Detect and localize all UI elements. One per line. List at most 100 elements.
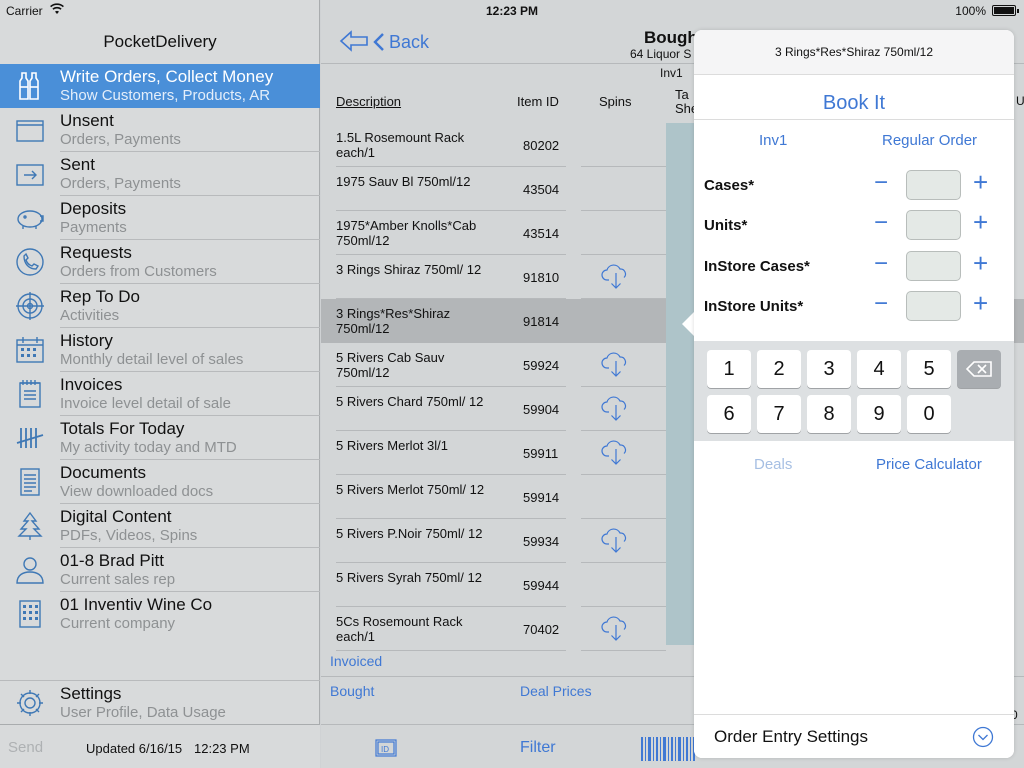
increment-button[interactable]: + xyxy=(973,288,988,319)
chevron-left-icon[interactable] xyxy=(373,32,385,52)
sidebar-item-documents[interactable]: Documents View downloaded docs xyxy=(0,460,320,504)
sidebar-item-title: Documents xyxy=(60,463,146,482)
inventory-button[interactable]: Inv1 xyxy=(759,132,787,149)
sidebar-item-company[interactable]: 01 Inventiv Wine Co Current company xyxy=(0,592,320,636)
sidebar-item-sent[interactable]: Sent Orders, Payments xyxy=(0,152,320,196)
column-header-description[interactable]: Description xyxy=(336,94,401,109)
cases-field[interactable] xyxy=(906,170,961,200)
key-0[interactable]: 0 xyxy=(907,395,951,433)
product-description: 5 Rivers Merlot 3l/1 xyxy=(336,438,448,453)
sidebar-item-write-orders[interactable]: Write Orders, Collect Money Show Custome… xyxy=(0,64,320,108)
column-header-item-id[interactable]: Item ID xyxy=(517,94,559,109)
send-button[interactable]: Send xyxy=(8,739,43,756)
sidebar-item-title: Rep To Do xyxy=(60,287,141,306)
sidebar-item-subtitle: Current company xyxy=(60,615,176,632)
book-it-button[interactable]: Book It xyxy=(694,92,1014,115)
sidebar-item-subtitle: Invoice level detail of sale xyxy=(60,395,231,412)
sidebar-item-sales-rep[interactable]: 01-8 Brad Pitt Current sales rep xyxy=(0,548,320,592)
instore-cases-row: InStore Cases* − + xyxy=(694,248,1014,284)
back-arrow-icon[interactable] xyxy=(339,30,369,52)
target-icon xyxy=(14,291,46,321)
invoiced-link[interactable]: Invoiced xyxy=(330,653,382,669)
sidebar-item-subtitle: Orders, Payments xyxy=(60,175,181,192)
id-card-icon[interactable]: ID xyxy=(375,739,397,757)
document-icon xyxy=(14,467,46,497)
increment-button[interactable]: + xyxy=(973,167,988,198)
sidebar-item-subtitle: View downloaded docs xyxy=(60,483,214,500)
key-1[interactable]: 1 xyxy=(707,350,751,388)
product-description: 5 Rivers Syrah 750ml/ 12 xyxy=(336,570,482,585)
price-calculator-button[interactable]: Price Calculator xyxy=(876,456,982,473)
key-6[interactable]: 6 xyxy=(707,395,751,433)
filter-button[interactable]: Filter xyxy=(520,739,556,757)
increment-button[interactable]: + xyxy=(973,207,988,238)
product-description: 1975 Sauv Bl 750ml/12 xyxy=(336,174,471,189)
sidebar-item-totals[interactable]: Totals For Today My activity today and M… xyxy=(0,416,320,460)
key-9[interactable]: 9 xyxy=(857,395,901,433)
instore-units-field[interactable] xyxy=(906,291,961,321)
field-label: Cases* xyxy=(704,177,755,194)
product-description: 1975*Amber Knolls*Cab 750ml/12 xyxy=(336,218,477,248)
field-label: InStore Cases* xyxy=(704,258,810,275)
product-item-id: 59904 xyxy=(523,402,560,417)
key-5[interactable]: 5 xyxy=(907,350,951,388)
barcode-icon[interactable] xyxy=(641,737,695,761)
chevron-down-icon[interactable] xyxy=(972,726,994,748)
key-7[interactable]: 7 xyxy=(757,395,801,433)
cloud-download-icon[interactable] xyxy=(601,396,631,422)
decrement-button[interactable]: − xyxy=(874,250,888,278)
product-description: 5Cs Rosemount Rack each/1 xyxy=(336,614,463,644)
sidebar-item-subtitle: User Profile, Data Usage xyxy=(60,704,226,721)
bought-link[interactable]: Bought xyxy=(330,683,374,699)
backspace-key[interactable] xyxy=(957,350,1001,388)
notepad-icon xyxy=(14,379,46,409)
order-entry-settings[interactable]: Order Entry Settings xyxy=(694,714,1014,758)
decrement-button[interactable]: − xyxy=(874,290,888,318)
sidebar-item-subtitle: Show Customers, Products, AR xyxy=(60,87,271,104)
sidebar-item-title: Invoices xyxy=(60,375,123,394)
cloud-download-icon[interactable] xyxy=(601,264,631,290)
tree-icon xyxy=(14,511,46,541)
backspace-icon xyxy=(965,361,992,377)
popover-header: 3 Rings*Res*Shiraz 750ml/12 xyxy=(694,30,1014,75)
key-3[interactable]: 3 xyxy=(807,350,851,388)
cloud-download-icon[interactable] xyxy=(601,440,631,466)
order-type-button[interactable]: Regular Order xyxy=(882,132,977,149)
decrement-button[interactable]: − xyxy=(874,209,888,237)
sidebar-item-subtitle: Current sales rep xyxy=(60,571,176,588)
units-field[interactable] xyxy=(906,210,961,240)
cloud-download-icon[interactable] xyxy=(601,352,631,378)
phone-circle-icon xyxy=(14,247,46,277)
column-header-spins[interactable]: Spins xyxy=(599,94,632,109)
product-item-id: 91814 xyxy=(523,314,560,329)
deal-prices-link[interactable]: Deal Prices xyxy=(520,683,592,699)
status-bar: Carrier 12:23 PM 100% xyxy=(0,0,1024,22)
sidebar-item-title: History xyxy=(60,331,113,350)
decrement-button[interactable]: − xyxy=(874,169,888,197)
increment-button[interactable]: + xyxy=(973,248,988,279)
sidebar-item-title: Settings xyxy=(60,684,122,703)
sidebar-item-unsent[interactable]: Unsent Orders, Payments xyxy=(0,108,320,152)
highlight-column xyxy=(666,123,694,645)
product-item-id: 59944 xyxy=(523,578,560,593)
key-4[interactable]: 4 xyxy=(857,350,901,388)
sidebar-item-title: 01-8 Brad Pitt xyxy=(60,551,164,570)
back-button[interactable]: Back xyxy=(389,32,429,53)
sidebar-item-digital-content[interactable]: Digital Content PDFs, Videos, Spins xyxy=(0,504,320,548)
cloud-download-icon[interactable] xyxy=(601,616,631,642)
row-divider xyxy=(581,650,666,651)
piggy-bank-icon xyxy=(14,203,46,233)
product-description: 5 Rivers P.Noir 750ml/ 12 xyxy=(336,526,483,541)
sidebar-item-rep-to-do[interactable]: Rep To Do Activities xyxy=(0,284,320,328)
key-8[interactable]: 8 xyxy=(807,395,851,433)
battery-icon xyxy=(992,5,1019,16)
cloud-download-icon[interactable] xyxy=(601,528,631,554)
sidebar-item-history[interactable]: History Monthly detail level of sales xyxy=(0,328,320,372)
instore-cases-field[interactable] xyxy=(906,251,961,281)
sidebar-item-invoices[interactable]: Invoices Invoice level detail of sale xyxy=(0,372,320,416)
deals-button[interactable]: Deals xyxy=(754,456,792,473)
sidebar-item-settings[interactable]: Settings User Profile, Data Usage xyxy=(0,680,320,724)
sidebar-item-deposits[interactable]: Deposits Payments xyxy=(0,196,320,240)
key-2[interactable]: 2 xyxy=(757,350,801,388)
sidebar-item-requests[interactable]: Requests Orders from Customers xyxy=(0,240,320,284)
